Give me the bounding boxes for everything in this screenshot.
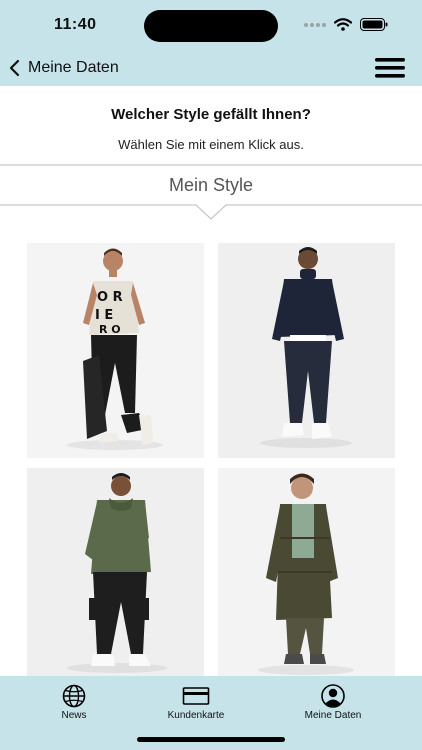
section-header: Mein Style xyxy=(0,164,422,220)
tab-bar: News Kundenkarte Meine Daten xyxy=(0,676,422,750)
globe-icon xyxy=(62,684,86,708)
wifi-icon xyxy=(334,18,352,31)
style-option-3[interactable] xyxy=(27,468,204,676)
svg-text:R O: R O xyxy=(99,323,121,336)
tab-kundenkarte-label: Kundenkarte xyxy=(167,710,225,721)
dynamic-island xyxy=(144,10,278,42)
style-photo-4 xyxy=(218,468,395,676)
battery-icon xyxy=(360,18,388,31)
status-time: 11:40 xyxy=(54,16,97,33)
home-indicator[interactable] xyxy=(137,737,285,742)
tab-meine-daten[interactable]: Meine Daten xyxy=(283,684,383,721)
section-title: Mein Style xyxy=(168,175,254,195)
back-button[interactable]: Meine Daten xyxy=(8,54,119,82)
user-icon xyxy=(321,684,345,708)
tab-news[interactable]: News xyxy=(24,684,124,721)
style-photo-1: O R I E R O xyxy=(27,243,204,458)
navigation-bar: Meine Daten xyxy=(0,50,422,86)
style-grid: O R I E R O xyxy=(27,243,395,676)
style-option-2[interactable] xyxy=(218,243,395,458)
style-photo-2 xyxy=(218,243,395,458)
style-option-4[interactable] xyxy=(218,468,395,676)
status-bar: 11:40 xyxy=(0,0,422,50)
cellular-signal-icon xyxy=(304,22,326,27)
tab-meine-daten-label: Meine Daten xyxy=(304,710,362,721)
chevron-left-icon xyxy=(9,59,20,77)
card-icon xyxy=(182,687,210,705)
style-option-1[interactable]: O R I E R O xyxy=(27,243,204,458)
tab-kundenkarte[interactable]: Kundenkarte xyxy=(146,684,246,721)
status-icons xyxy=(304,18,388,31)
page-heading: Welcher Style gefällt Ihnen? xyxy=(111,106,311,123)
back-label: Meine Daten xyxy=(28,59,119,76)
svg-text:I E: I E xyxy=(95,308,113,323)
page-subheading: Wählen Sie mit einem Klick aus. xyxy=(118,137,304,152)
style-photo-3 xyxy=(27,468,204,676)
tab-news-label: News xyxy=(61,710,87,721)
svg-text:O R: O R xyxy=(97,290,123,305)
hamburger-menu-icon[interactable] xyxy=(374,56,406,80)
